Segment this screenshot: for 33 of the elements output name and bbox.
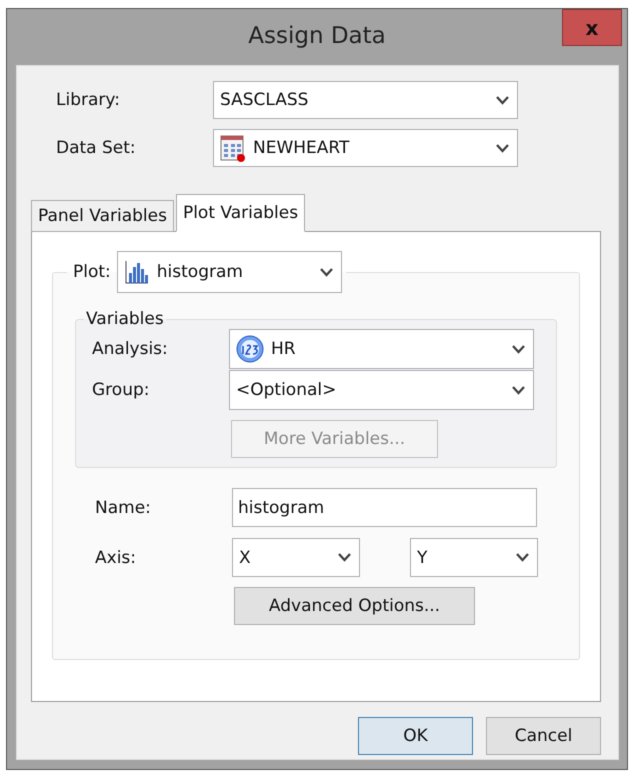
chevron-down-icon <box>496 96 509 104</box>
x-axis-dropdown[interactable]: X <box>232 538 360 577</box>
chevron-down-icon <box>516 553 529 562</box>
chevron-down-icon <box>512 344 525 354</box>
name-field[interactable]: histogram <box>232 488 537 527</box>
tab[interactable]: Plot Variables <box>176 194 306 232</box>
ok-button[interactable]: OK <box>358 717 473 755</box>
window-title: Assign Data <box>248 23 386 49</box>
chevron-down-icon <box>320 268 333 276</box>
field-label: Data Set: <box>56 138 137 158</box>
close-button[interactable]: x <box>562 9 622 46</box>
field-label: Group: <box>92 380 150 400</box>
plot-dropdown[interactable]: histogram <box>116 251 342 293</box>
tab[interactable]: Panel Variables <box>31 200 174 232</box>
histogram-icon <box>124 259 150 285</box>
numeric-icon <box>236 335 264 363</box>
field-label: Library: <box>56 90 121 110</box>
field-label: Axis: <box>95 548 137 568</box>
cancel-button[interactable]: Cancel <box>486 717 601 755</box>
chevron-down-icon <box>496 144 509 152</box>
dropdown[interactable]: <Optional> <box>229 370 534 410</box>
field-label: Plot: <box>73 262 111 282</box>
dropdown[interactable]: SASCLASS <box>213 81 518 119</box>
advanced-options-button[interactable]: Advanced Options... <box>234 587 475 625</box>
chevron-down-icon <box>512 386 525 394</box>
field-label: Name: <box>95 498 152 518</box>
y-axis-dropdown[interactable]: Y <box>410 538 538 577</box>
dropdown[interactable]: HR <box>229 329 534 369</box>
group-title: Variables <box>85 309 165 329</box>
table-icon <box>220 134 246 162</box>
dropdown[interactable]: NEWHEART <box>213 129 518 167</box>
field-label: Analysis: <box>92 339 169 359</box>
chevron-down-icon <box>338 553 351 562</box>
